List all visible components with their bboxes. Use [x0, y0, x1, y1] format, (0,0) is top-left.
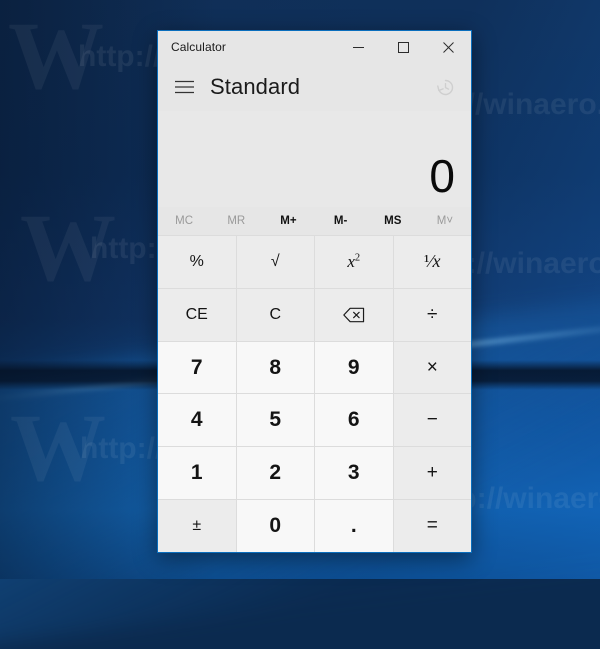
- memory-clear-button: MC: [175, 215, 194, 227]
- keypad-grid: % √ x2 ¹⁄x CE C ÷ 7 8 9 × 4 5 6− 1 2 3 + ±0. =: [158, 235, 471, 552]
- digit-2-button[interactable]: 2: [236, 447, 314, 500]
- digit-1-button[interactable]: 1: [158, 447, 236, 500]
- hamburger-icon: [174, 80, 194, 94]
- square-glyph: x2: [347, 251, 361, 271]
- calculator-window[interactable]: Calculator Standard 0 MC MR M+ M- MS M˅ …: [157, 30, 472, 553]
- calculator-display[interactable]: 0: [158, 111, 471, 207]
- history-button[interactable]: [425, 67, 465, 107]
- clear-entry-button[interactable]: CE: [158, 288, 236, 341]
- navigation-menu-button[interactable]: [162, 67, 206, 107]
- backspace-button[interactable]: [315, 288, 393, 341]
- multiply-button[interactable]: ×: [393, 341, 471, 394]
- percent-button[interactable]: %: [158, 236, 236, 288]
- display-value: 0: [429, 150, 455, 202]
- memory-recall-button: MR: [227, 215, 246, 227]
- window-title: Calculator: [171, 40, 227, 54]
- digit-8-button[interactable]: 8: [236, 341, 314, 394]
- digit-3-button[interactable]: 3: [315, 447, 393, 500]
- square-root-button[interactable]: √: [236, 236, 314, 288]
- page-title: Standard: [210, 74, 301, 99]
- minimize-button[interactable]: [336, 31, 381, 63]
- memory-store-button[interactable]: MS: [367, 207, 419, 235]
- digit-7-button[interactable]: 7: [158, 341, 236, 394]
- memory-dropdown-button: M˅: [436, 215, 454, 227]
- divide-button[interactable]: ÷: [393, 288, 471, 341]
- decimal-point-button[interactable]: .: [315, 500, 393, 552]
- reciprocal-glyph: ¹⁄x: [424, 251, 441, 272]
- square-button[interactable]: x2: [315, 236, 393, 288]
- app-header: Standard: [158, 63, 471, 111]
- digit-6-button[interactable]: 6: [315, 394, 393, 447]
- history-clock-icon: [436, 79, 453, 95]
- add-button[interactable]: +: [393, 447, 471, 500]
- plus-minus-button[interactable]: ±: [158, 500, 236, 552]
- maximize-icon: [398, 41, 409, 53]
- window-title-bar[interactable]: Calculator: [158, 31, 471, 63]
- digit-5-button[interactable]: 5: [236, 394, 314, 447]
- backspace-icon: [342, 307, 364, 323]
- equals-button[interactable]: =: [393, 500, 471, 552]
- close-button[interactable]: [426, 31, 471, 63]
- memory-add-button[interactable]: M+: [262, 207, 314, 235]
- clear-button[interactable]: C: [236, 288, 314, 341]
- subtract-button[interactable]: −: [393, 394, 471, 447]
- memory-button-row: MC MR M+ M- MS M˅: [158, 207, 471, 235]
- window-caption-buttons: [336, 31, 471, 63]
- memory-subtract-button[interactable]: M-: [315, 207, 367, 235]
- maximize-button[interactable]: [381, 31, 426, 63]
- digit-4-button[interactable]: 4: [158, 394, 236, 447]
- digit-0-button[interactable]: 0: [236, 500, 314, 552]
- minimize-icon: [353, 46, 364, 48]
- reciprocal-button[interactable]: ¹⁄x: [393, 236, 471, 288]
- digit-9-button[interactable]: 9: [315, 341, 393, 394]
- close-icon: [443, 41, 454, 53]
